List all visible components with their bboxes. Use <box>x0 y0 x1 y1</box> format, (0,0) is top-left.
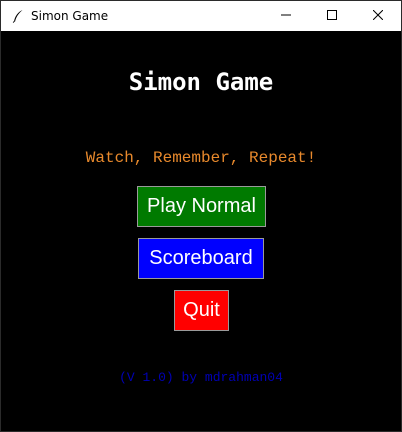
maximize-icon <box>327 9 337 23</box>
main-content: Simon Game Watch, Remember, Repeat! Play… <box>1 31 401 431</box>
close-icon <box>372 9 384 23</box>
feather-icon <box>11 9 25 23</box>
play-normal-button[interactable]: Play Normal <box>137 186 266 227</box>
minimize-icon <box>281 9 291 23</box>
tagline: Watch, Remember, Repeat! <box>85 149 317 167</box>
close-button[interactable] <box>355 1 401 31</box>
app-window: Simon Game Simon Game Watch, Remember, R… <box>0 0 402 432</box>
version-label: (V 1.0) by mdrahman04 <box>119 370 283 385</box>
title-bar[interactable]: Simon Game <box>1 1 401 31</box>
minimize-button[interactable] <box>263 1 309 31</box>
scoreboard-button[interactable]: Scoreboard <box>138 238 264 279</box>
maximize-button[interactable] <box>309 1 355 31</box>
quit-button[interactable]: Quit <box>174 290 229 331</box>
window-title: Simon Game <box>31 9 109 23</box>
game-title: Simon Game <box>128 68 274 96</box>
